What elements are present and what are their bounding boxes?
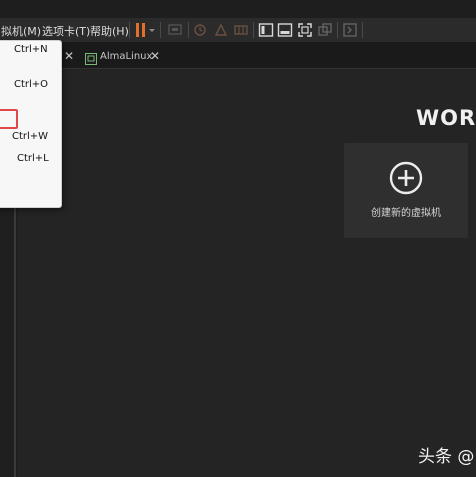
toolbar-separator bbox=[362, 22, 363, 38]
shortcut-close-tab[interactable]: Ctrl+W bbox=[12, 131, 48, 142]
toolbar-separator bbox=[188, 22, 189, 38]
tab-almalinux[interactable]: AlmaLinux ✕ bbox=[80, 43, 168, 69]
snapshot-manager-icon[interactable] bbox=[232, 21, 250, 39]
window-top-strip bbox=[0, 0, 476, 18]
revert-snapshot-icon[interactable] bbox=[212, 21, 230, 39]
create-vm-button[interactable]: 创建新的虚拟机 bbox=[344, 143, 468, 238]
unity-mode-icon[interactable] bbox=[316, 21, 334, 39]
pause-icon[interactable] bbox=[134, 21, 156, 39]
toolbar-separator bbox=[160, 22, 161, 38]
tab-bar: ✕ AlmaLinux ✕ bbox=[0, 43, 476, 69]
snapshot-icon[interactable] bbox=[192, 21, 210, 39]
menu-tabs[interactable]: 选项卡(T) bbox=[42, 23, 90, 39]
toolbar-separator bbox=[253, 22, 254, 38]
menu-help[interactable]: 帮助(H) bbox=[90, 23, 129, 39]
menu-bar: 拟机(M) 选项卡(T) 帮助(H) bbox=[0, 18, 476, 43]
toolbar-separator bbox=[337, 22, 338, 38]
shortcut-library[interactable]: Ctrl+L bbox=[17, 153, 49, 164]
plus-icon bbox=[389, 161, 423, 199]
home-page bbox=[18, 70, 476, 477]
show-library-icon[interactable] bbox=[257, 21, 275, 39]
tab-label: AlmaLinux bbox=[100, 51, 153, 62]
vm-icon bbox=[85, 50, 97, 69]
tab-bar-divider bbox=[0, 68, 476, 69]
full-screen-icon[interactable] bbox=[296, 21, 314, 39]
shortcut-open[interactable]: Ctrl+O bbox=[14, 79, 48, 90]
highlight-box bbox=[0, 109, 18, 129]
console-view-icon[interactable] bbox=[341, 21, 359, 39]
menu-vm[interactable]: 拟机(M) bbox=[1, 23, 41, 39]
close-tab-icon[interactable]: ✕ bbox=[64, 49, 74, 63]
watermark: 头条 @ bbox=[418, 447, 475, 467]
create-vm-label: 创建新的虚拟机 bbox=[371, 208, 441, 219]
send-keys-icon[interactable] bbox=[166, 21, 184, 39]
thumbnail-bar-icon[interactable] bbox=[276, 21, 294, 39]
shortcut-new-vm[interactable]: Ctrl+N bbox=[14, 44, 48, 55]
toolbar-separator bbox=[129, 22, 130, 38]
product-title: WORK bbox=[416, 106, 476, 130]
close-tab-icon[interactable]: ✕ bbox=[150, 49, 160, 63]
